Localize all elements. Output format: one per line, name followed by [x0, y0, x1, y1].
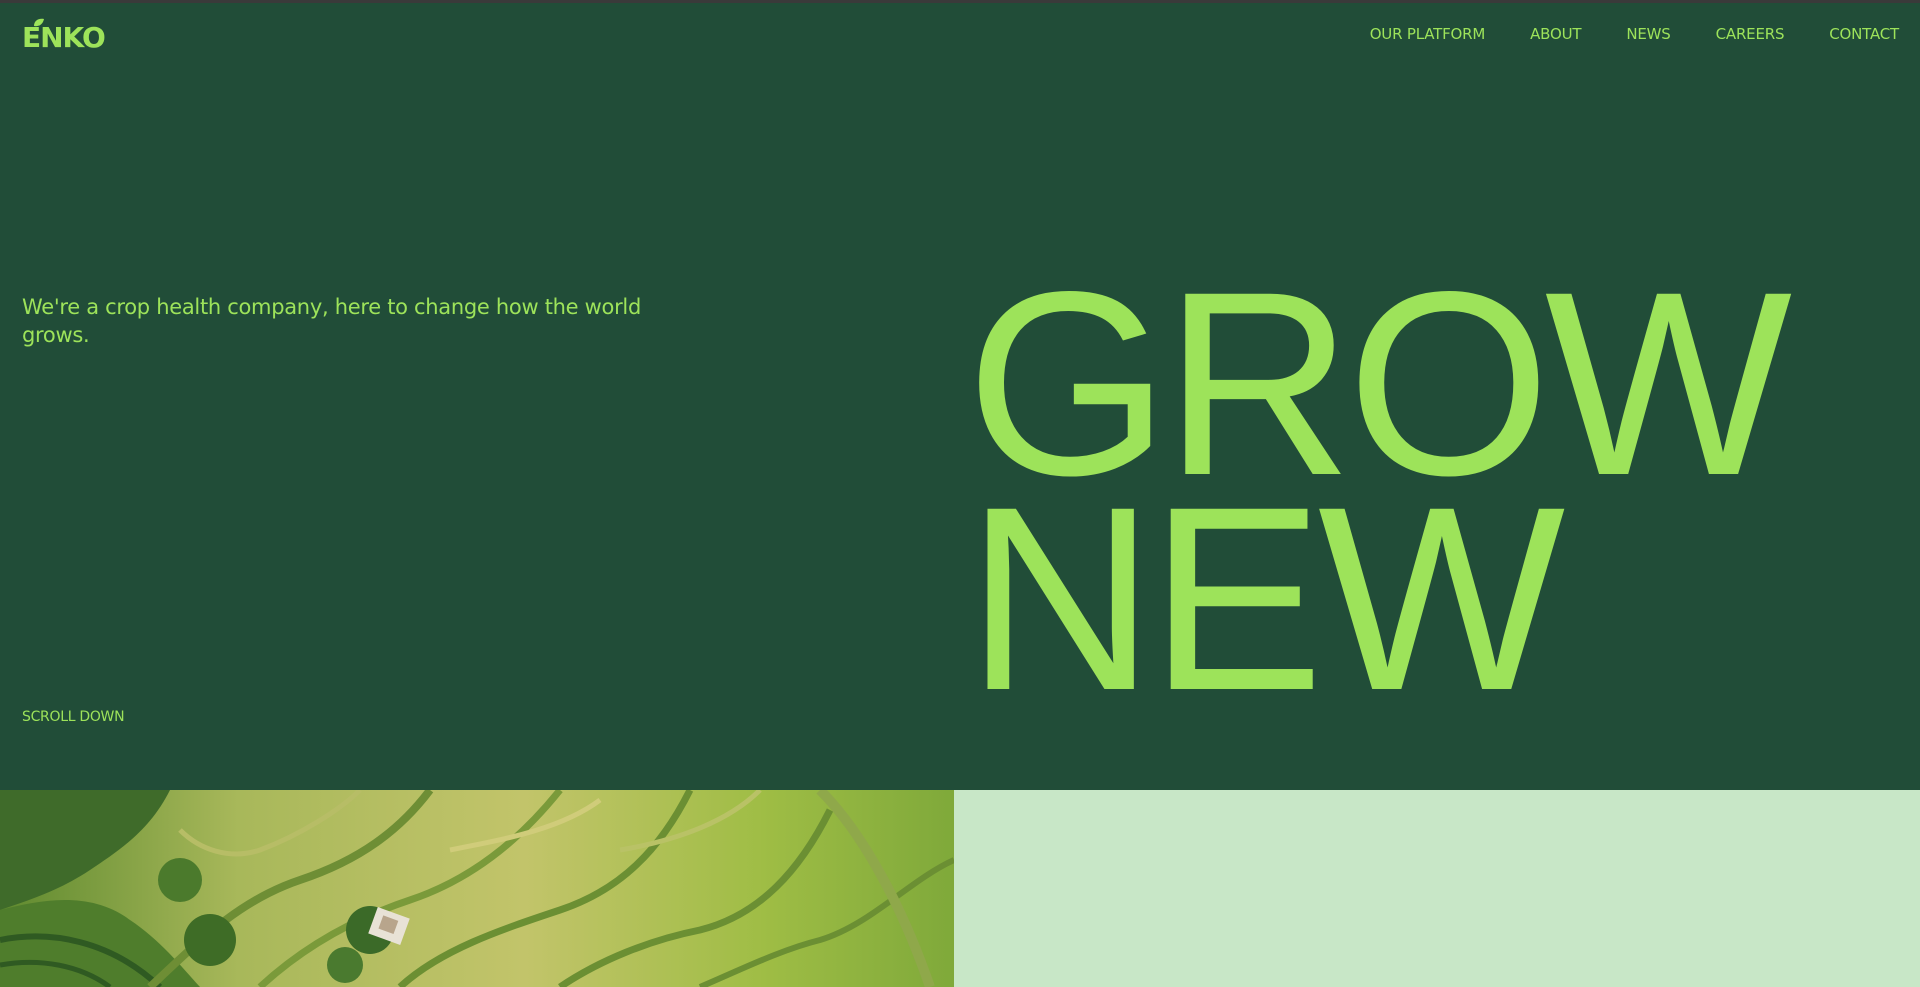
hero-section: ENKO OUR PLATFORM ABOUT NEWS CAREERS CON…: [0, 3, 1920, 790]
rice-terraces-photo: [0, 790, 954, 987]
nav-about[interactable]: ABOUT: [1530, 25, 1581, 43]
nav-careers[interactable]: CAREERS: [1716, 25, 1785, 43]
enko-logo[interactable]: ENKO: [22, 18, 106, 54]
aerial-terraces-image: [0, 790, 954, 987]
nav-our-platform[interactable]: OUR PLATFORM: [1370, 25, 1486, 43]
nav-contact[interactable]: CONTACT: [1829, 25, 1899, 43]
hero-tagline: We're a crop health company, here to cha…: [22, 295, 641, 347]
leaf-icon: [34, 18, 44, 27]
scroll-down-link[interactable]: SCROLL DOWN: [22, 709, 125, 725]
mint-panel: [954, 790, 1920, 987]
main-nav: OUR PLATFORM ABOUT NEWS CAREERS CONTACT: [1325, 25, 1899, 43]
hero-headline: GROW NEW: [966, 253, 1792, 730]
nav-news[interactable]: NEWS: [1626, 25, 1670, 43]
